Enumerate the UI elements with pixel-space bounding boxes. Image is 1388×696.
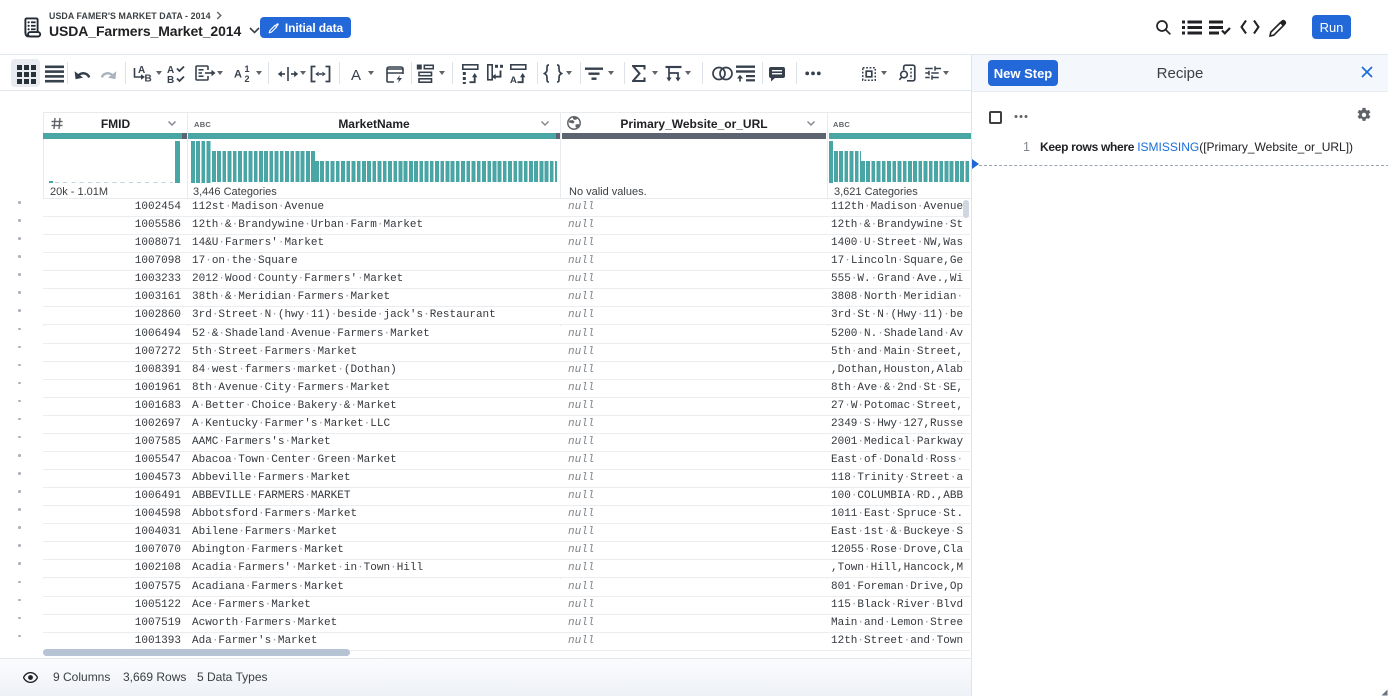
svg-text:1: 1 bbox=[245, 64, 250, 74]
svg-text:A: A bbox=[351, 67, 361, 82]
svg-text:B: B bbox=[145, 73, 152, 84]
svg-text:2: 2 bbox=[245, 74, 250, 83]
svg-text:B: B bbox=[167, 75, 174, 84]
svg-text:A: A bbox=[510, 75, 517, 84]
svg-text:A: A bbox=[234, 69, 242, 81]
